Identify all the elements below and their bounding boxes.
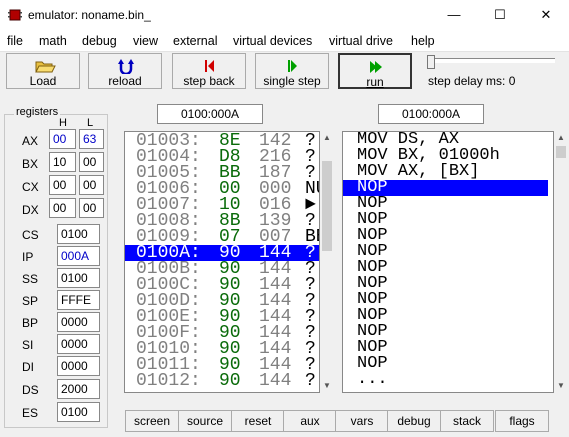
disassembly-scrollbar-thumb[interactable] xyxy=(556,146,566,158)
menu-file[interactable]: file xyxy=(7,34,23,48)
register-al-field[interactable]: 63 xyxy=(79,129,104,149)
register-bh-field[interactable]: 10 xyxy=(49,152,76,172)
stack-button[interactable]: stack xyxy=(440,410,494,432)
load-button[interactable]: Load xyxy=(6,53,80,89)
register-ip-field[interactable]: 000A xyxy=(57,246,100,266)
register-label-sp: SP xyxy=(22,294,39,308)
load-label: Load xyxy=(29,74,57,88)
register-label-ax: AX xyxy=(22,134,39,148)
run-icon xyxy=(370,61,382,73)
register-cl-field[interactable]: 00 xyxy=(79,175,104,195)
register-label-es: ES xyxy=(22,406,39,420)
register-label-ip: IP xyxy=(22,250,34,264)
close-button[interactable]: ✕ xyxy=(523,0,569,30)
high-byte-header: H xyxy=(59,117,67,129)
memory-hex: 90 xyxy=(219,371,241,391)
scroll-up-icon[interactable]: ▲ xyxy=(554,131,568,145)
menu-bar: file math debug view external virtual de… xyxy=(0,31,569,52)
disassembly-scrollbar[interactable]: ▲ ▼ xyxy=(554,131,568,393)
title-bar: emulator: noname.bin_ — ☐ ✕ xyxy=(0,0,569,31)
reload-button[interactable]: reload xyxy=(88,53,162,89)
run-button[interactable]: run xyxy=(338,53,412,89)
step-back-icon xyxy=(205,60,214,72)
reset-button[interactable]: reset xyxy=(231,410,285,432)
maximize-button[interactable]: ☐ xyxy=(477,0,523,30)
registers-title: registers xyxy=(14,106,61,118)
source-button[interactable]: source xyxy=(178,410,232,432)
register-label-cs: CS xyxy=(22,228,39,242)
register-sp-field[interactable]: FFFE xyxy=(57,290,100,310)
register-dh-field[interactable]: 00 xyxy=(49,198,76,218)
flags-button[interactable]: flags xyxy=(495,410,549,432)
single-step-button[interactable]: single step xyxy=(255,53,329,89)
emulator-chip-icon xyxy=(8,9,22,21)
disassembly-list[interactable]: MOV DS, AX MOV BX, 01000h MOV AX, [BX] NOP N… xyxy=(342,131,554,393)
debug-button[interactable]: debug xyxy=(387,410,441,432)
menu-math[interactable]: math xyxy=(39,34,67,48)
reload-label: reload xyxy=(108,74,142,88)
register-di-field[interactable]: 0000 xyxy=(57,356,100,376)
register-label-dx: DX xyxy=(22,203,39,217)
scroll-up-icon[interactable]: ▲ xyxy=(320,131,334,145)
folder-open-icon xyxy=(35,61,56,73)
register-label-bp: BP xyxy=(22,316,39,330)
low-byte-header: L xyxy=(87,117,94,129)
single-step-label: single step xyxy=(263,74,321,88)
step-delay-slider[interactable] xyxy=(428,58,555,63)
step-back-label: step back xyxy=(183,74,235,88)
register-label-bx: BX xyxy=(22,157,39,171)
single-step-icon xyxy=(288,60,297,72)
window-title: emulator: noname.bin_ xyxy=(28,8,151,22)
memory-row[interactable]: 01012: 90 144? xyxy=(125,371,319,391)
register-ah-field[interactable]: 00 xyxy=(49,129,76,149)
memory-address: 01012: xyxy=(136,371,201,391)
close-icon: ✕ xyxy=(540,7,552,22)
register-dl-field[interactable]: 00 xyxy=(79,198,104,218)
register-label-di: DI xyxy=(22,360,34,374)
step-delay-label: step delay ms: 0 xyxy=(428,74,516,88)
memory-scrollbar[interactable]: ▲ ▼ xyxy=(320,131,334,393)
register-si-field[interactable]: 0000 xyxy=(57,334,100,354)
register-bl-field[interactable]: 00 xyxy=(79,152,104,172)
scroll-down-icon[interactable]: ▼ xyxy=(554,379,568,393)
menu-debug[interactable]: debug xyxy=(82,34,117,48)
register-es-field[interactable]: 0100 xyxy=(57,402,100,422)
memory-scrollbar-thumb[interactable] xyxy=(322,161,332,251)
minimize-button[interactable]: — xyxy=(431,0,477,30)
menu-view[interactable]: view xyxy=(133,34,158,48)
memory-address-field[interactable]: 0100:000A xyxy=(157,104,263,124)
maximize-icon: ☐ xyxy=(494,7,506,22)
aux-button[interactable]: aux xyxy=(283,410,337,432)
register-ch-field[interactable]: 00 xyxy=(49,175,76,195)
disassembly-row[interactable]: ... xyxy=(343,371,548,388)
register-ss-field[interactable]: 0100 xyxy=(57,268,100,288)
register-label-ds: DS xyxy=(22,383,39,397)
menu-help[interactable]: help xyxy=(411,34,435,48)
step-delay-slider-thumb[interactable] xyxy=(427,55,435,69)
register-bp-field[interactable]: 0000 xyxy=(57,312,100,332)
menu-virtual-devices[interactable]: virtual devices xyxy=(233,34,312,48)
menu-external[interactable]: external xyxy=(173,34,217,48)
step-back-button[interactable]: step back xyxy=(172,53,246,89)
memory-dec: 144 xyxy=(259,371,292,391)
scroll-down-icon[interactable]: ▼ xyxy=(320,379,334,393)
vars-button[interactable]: vars xyxy=(335,410,389,432)
disassembly-address-field[interactable]: 0100:000A xyxy=(378,104,484,124)
register-label-cx: CX xyxy=(22,180,39,194)
register-label-ss: SS xyxy=(22,272,39,286)
memory-char: ? xyxy=(305,371,316,391)
run-label: run xyxy=(366,75,384,89)
register-label-si: SI xyxy=(22,338,34,352)
register-ds-field[interactable]: 2000 xyxy=(57,379,100,399)
reload-icon xyxy=(118,59,134,74)
register-cs-field[interactable]: 0100 xyxy=(57,224,100,244)
memory-list[interactable]: 01003: 8E 142? 01004: D8 216? 01005: BB 187? 0100… xyxy=(124,131,320,393)
menu-virtual-drive[interactable]: virtual drive xyxy=(329,34,393,48)
minimize-icon: — xyxy=(447,7,461,22)
screen-button[interactable]: screen xyxy=(125,410,179,432)
